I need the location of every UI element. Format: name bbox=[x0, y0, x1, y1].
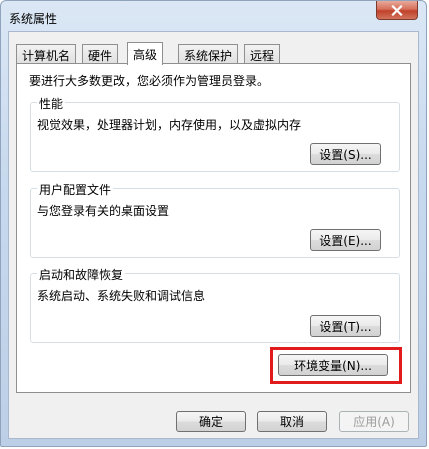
tab-hardware[interactable]: 硬件 bbox=[82, 44, 119, 63]
tab-advanced[interactable]: 高级 bbox=[127, 42, 164, 65]
startup-recovery-group: 启动和故障恢复 系统启动、系统失败和调试信息 设置(T)... bbox=[30, 266, 400, 343]
performance-group: 性能 视觉效果，处理器计划，内存使用，以及虚拟内存 设置(S)... bbox=[30, 95, 400, 172]
startup-recovery-desc: 系统启动、系统失败和调试信息 bbox=[37, 289, 206, 303]
title-bar[interactable]: 系统属性 bbox=[1, 1, 426, 31]
performance-desc: 视觉效果，处理器计划，内存使用，以及虚拟内存 bbox=[37, 118, 302, 132]
apply-button[interactable]: 应用(A) bbox=[339, 411, 409, 432]
tab-computer-name[interactable]: 计算机名 bbox=[16, 44, 77, 63]
system-properties-window: 系统属性 计算机名 硬件 高级 系统保护 远程 要进行大多数更改，您必须作为管理… bbox=[0, 0, 427, 447]
tab-remote[interactable]: 远程 bbox=[244, 44, 281, 63]
admin-notice: 要进行大多数更改，您必须作为管理员登录。 bbox=[29, 74, 270, 88]
performance-title: 性能 bbox=[37, 95, 66, 112]
user-profiles-group: 用户配置文件 与您登录有关的桌面设置 设置(E)... bbox=[30, 181, 400, 258]
advanced-tab-panel: 要进行大多数更改，您必须作为管理员登录。 性能 视觉效果，处理器计划，内存使用，… bbox=[16, 63, 411, 393]
ok-button[interactable]: 确定 bbox=[176, 411, 246, 432]
user-profiles-settings-button[interactable]: 设置(E)... bbox=[310, 229, 381, 251]
dialog-client-area: 计算机名 硬件 高级 系统保护 远程 要进行大多数更改，您必须作为管理员登录。 … bbox=[8, 31, 419, 439]
tab-system-protection[interactable]: 系统保护 bbox=[178, 44, 239, 63]
performance-settings-button[interactable]: 设置(S)... bbox=[310, 143, 381, 165]
environment-variables-button[interactable]: 环境变量(N)... bbox=[278, 354, 388, 376]
close-button[interactable] bbox=[376, 1, 418, 20]
cancel-button[interactable]: 取消 bbox=[257, 411, 327, 432]
close-icon bbox=[391, 4, 403, 16]
user-profiles-title: 用户配置文件 bbox=[37, 181, 114, 198]
user-profiles-desc: 与您登录有关的桌面设置 bbox=[37, 204, 170, 218]
startup-recovery-title: 启动和故障恢复 bbox=[37, 266, 126, 283]
window-title: 系统属性 bbox=[9, 12, 58, 26]
startup-recovery-settings-button[interactable]: 设置(T)... bbox=[310, 315, 381, 337]
